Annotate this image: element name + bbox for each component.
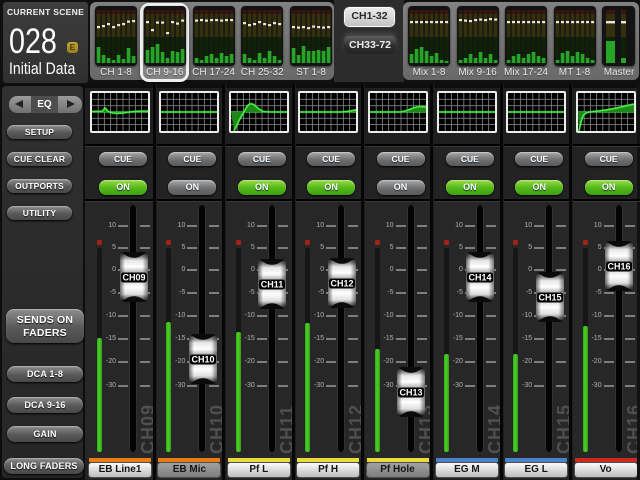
svg-text:CH14: CH14 bbox=[469, 272, 492, 282]
svg-text:CH10: CH10 bbox=[191, 354, 214, 364]
svg-text:CH11: CH11 bbox=[261, 279, 284, 289]
svg-text:CH13: CH13 bbox=[399, 387, 422, 397]
svg-text:CH16: CH16 bbox=[608, 261, 631, 271]
svg-text:CH15: CH15 bbox=[538, 292, 561, 302]
svg-text:CH09: CH09 bbox=[122, 272, 145, 282]
svg-text:CH12: CH12 bbox=[330, 278, 353, 288]
